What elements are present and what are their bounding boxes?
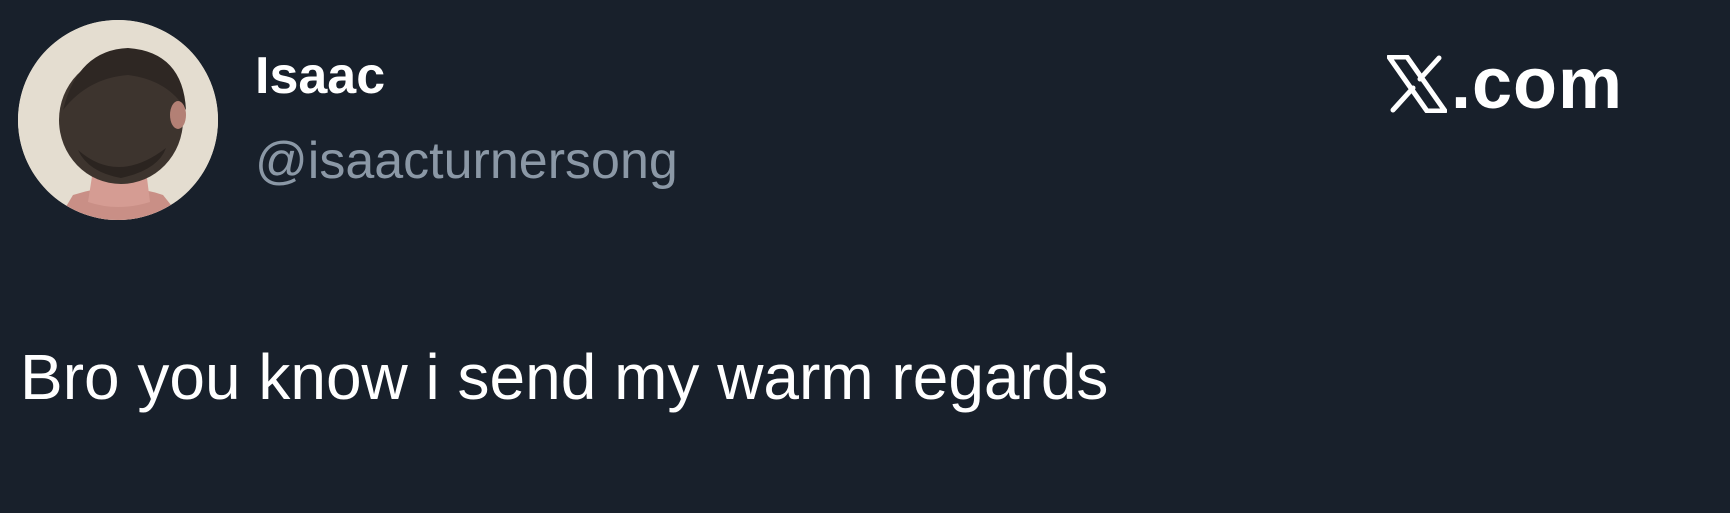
x-logo-icon [1386,54,1448,114]
brand-text: .com [1451,44,1624,124]
tweet-text: Bro you know i send my warm regards [20,341,1109,413]
avatar[interactable] [18,20,218,220]
author-handle[interactable]: @isaacturnersong [255,135,678,187]
author-display-name[interactable]: Isaac [255,50,385,102]
person-back-of-head-avatar [18,20,218,220]
brand-watermark: .com [1386,48,1623,120]
tweet-card: Isaac @isaacturnersong .com Bro you know… [0,0,1730,513]
